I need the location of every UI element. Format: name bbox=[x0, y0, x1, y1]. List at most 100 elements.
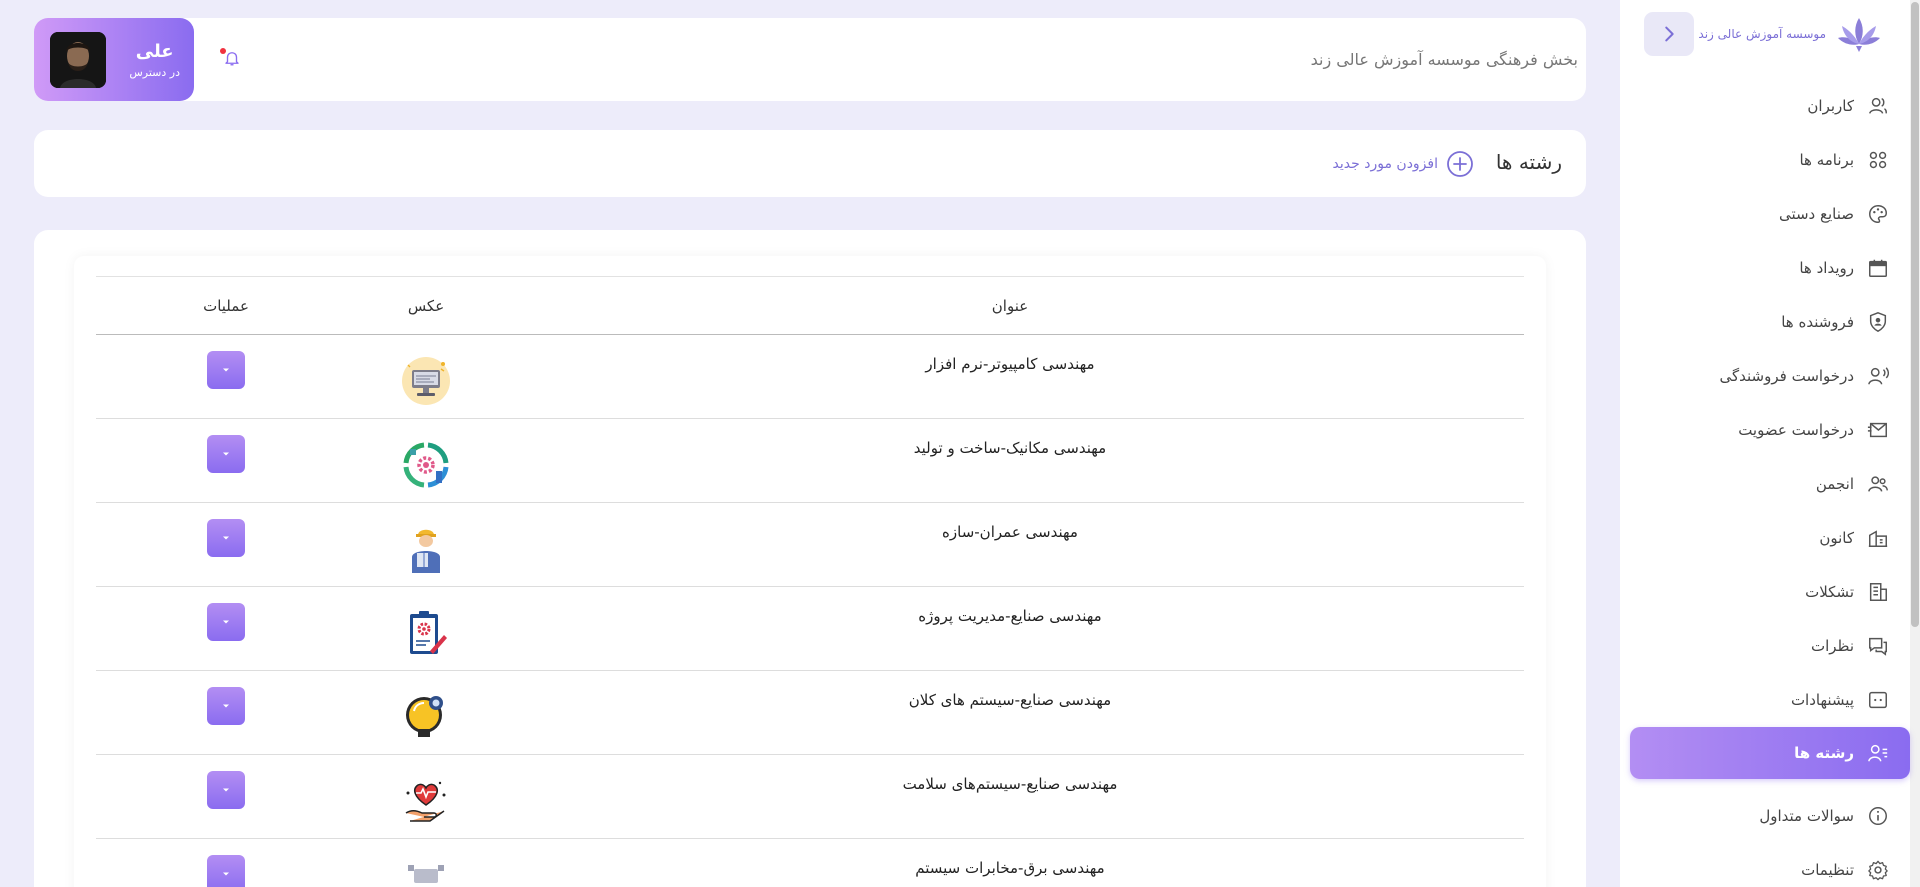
brand-name: موسسه آموزش عالی زند bbox=[1698, 27, 1826, 41]
heart-hand-icon bbox=[405, 781, 446, 822]
users-icon bbox=[1866, 472, 1890, 496]
sidebar-collapse-button[interactable] bbox=[1644, 12, 1694, 56]
row-title: مهندسی صنایع-سیستم های کلان bbox=[496, 670, 1524, 755]
row-actions-dropdown[interactable] bbox=[207, 435, 245, 473]
bulb-gear-icon bbox=[406, 696, 443, 737]
row-actions-dropdown[interactable] bbox=[207, 855, 245, 887]
shield-user-icon bbox=[1866, 310, 1890, 334]
header-title: بخش فرهنگی موسسه آموزش عالی زند bbox=[1310, 50, 1578, 69]
row-actions bbox=[96, 838, 356, 887]
caret-down-icon bbox=[223, 620, 229, 624]
gear-icon bbox=[1866, 858, 1890, 882]
palette-icon bbox=[1866, 202, 1890, 226]
calendar-icon bbox=[1866, 256, 1890, 280]
row-actions-dropdown[interactable] bbox=[207, 771, 245, 809]
sidebar-scrollbar-thumb[interactable] bbox=[1911, 2, 1919, 627]
caret-down-icon bbox=[223, 452, 229, 456]
table-row: مهندسی صنایع-سیستم‌های سلامت bbox=[96, 754, 1524, 839]
row-title: مهندسی مکانیک-ساخت و تولید bbox=[496, 418, 1524, 503]
row-title: مهندسی برق-مخابرات سیستم bbox=[496, 838, 1524, 887]
sidebar-item-suggestions[interactable]: پیشنهادات bbox=[1620, 674, 1890, 726]
row-title: مهندسی کامپیوتر-نرم افزار bbox=[496, 334, 1524, 419]
column-header-actions[interactable]: عملیات bbox=[96, 276, 356, 335]
sidebar-item-membership-requests[interactable]: درخواست عضویت bbox=[1620, 404, 1890, 456]
info-icon bbox=[1866, 804, 1890, 828]
row-image bbox=[356, 502, 496, 587]
profile-card[interactable]: علی در دسترس bbox=[34, 18, 194, 101]
sidebar-item-faq[interactable]: سوالات متداول bbox=[1620, 790, 1890, 842]
sidebar-item-events[interactable]: رویداد ها bbox=[1620, 242, 1890, 294]
sidebar-item-label: رویداد ها bbox=[1799, 259, 1854, 277]
caret-down-icon bbox=[223, 536, 229, 540]
table-row: مهندسی کامپیوتر-نرم افزار bbox=[96, 334, 1524, 419]
sidebar-item-label: انجمن bbox=[1815, 475, 1854, 493]
sidebar-item-label: سوالات متداول bbox=[1759, 807, 1854, 825]
table-row: مهندسی برق-مخابرات سیستم bbox=[96, 838, 1524, 887]
sidebar-item-users[interactable]: کاربران bbox=[1620, 80, 1890, 132]
message-dots-icon bbox=[1866, 688, 1890, 712]
sidebar-item-organizations[interactable]: تشکلات bbox=[1620, 566, 1890, 618]
engineer-icon bbox=[412, 529, 440, 573]
table-row: مهندسی صنایع-سیستم های کلان bbox=[96, 670, 1524, 755]
row-actions-dropdown[interactable] bbox=[207, 519, 245, 557]
column-header-title[interactable]: عنوان bbox=[496, 276, 1524, 335]
computer-icon bbox=[402, 357, 450, 405]
chevron-right-icon bbox=[1665, 26, 1674, 42]
sidebar-item-comments[interactable]: نظرات bbox=[1620, 620, 1890, 672]
sidebar-item-label: درخواست عضویت bbox=[1738, 421, 1854, 439]
caret-down-icon bbox=[223, 788, 229, 792]
sidebar-item-center[interactable]: کانون bbox=[1620, 512, 1890, 564]
row-actions bbox=[96, 754, 356, 839]
sidebar-item-handicrafts[interactable]: صنایع دستی bbox=[1620, 188, 1890, 240]
apps-grid-icon bbox=[1866, 148, 1890, 172]
row-actions-dropdown[interactable] bbox=[207, 603, 245, 641]
table-header-row: عنوان عکس عملیات bbox=[96, 276, 1524, 335]
table-row: مهندسی مکانیک-ساخت و تولید bbox=[96, 418, 1524, 503]
row-actions bbox=[96, 502, 356, 587]
row-actions-dropdown[interactable] bbox=[207, 351, 245, 389]
row-image bbox=[356, 334, 496, 419]
building-icon bbox=[1866, 526, 1890, 550]
sidebar: موسسه آموزش عالی زند کاربران برنامه ها ص… bbox=[1620, 0, 1920, 887]
sidebar-item-label: فروشنده ها bbox=[1781, 313, 1854, 331]
row-title: مهندسی صنایع-سیستم‌های سلامت bbox=[496, 754, 1524, 839]
row-title: مهندسی صنایع-مدیریت پروژه bbox=[496, 586, 1524, 671]
sidebar-item-label: تشکلات bbox=[1805, 583, 1854, 601]
chat-icon bbox=[1866, 634, 1890, 658]
table-container: عنوان عکس عملیات مهندسی کامپیوتر-نرم افز… bbox=[74, 256, 1546, 887]
sidebar-item-label: رشته ها bbox=[1794, 744, 1854, 762]
add-new-label: افزودن مورد جدید bbox=[1332, 156, 1438, 172]
brand[interactable]: موسسه آموزش عالی زند bbox=[1698, 14, 1884, 54]
row-actions bbox=[96, 586, 356, 671]
row-actions-dropdown[interactable] bbox=[207, 687, 245, 725]
add-new-button[interactable]: افزودن مورد جدید bbox=[1333, 150, 1474, 178]
office-icon bbox=[1866, 580, 1890, 604]
row-actions bbox=[96, 670, 356, 755]
sidebar-item-label: تنظیمات bbox=[1801, 861, 1854, 879]
notification-dot bbox=[220, 48, 226, 54]
clipboard-gear-icon bbox=[410, 611, 447, 654]
sidebar-item-programs[interactable]: برنامه ها bbox=[1620, 134, 1890, 186]
sidebar-item-label: درخواست فروشندگی bbox=[1719, 367, 1854, 385]
sidebar-item-sellers[interactable]: فروشنده ها bbox=[1620, 296, 1890, 348]
gear-cycle-icon bbox=[403, 442, 449, 488]
sidebar-item-label: کاربران bbox=[1807, 97, 1854, 115]
circuit-icon bbox=[408, 865, 444, 883]
sidebar-item-association[interactable]: انجمن bbox=[1620, 458, 1890, 510]
row-actions bbox=[96, 418, 356, 503]
avatar bbox=[50, 31, 106, 88]
table-card: عنوان عکس عملیات مهندسی کامپیوتر-نرم افز… bbox=[34, 230, 1586, 887]
sidebar-item-settings[interactable]: تنظیمات bbox=[1620, 844, 1890, 887]
notification-button[interactable] bbox=[214, 40, 250, 76]
sidebar-item-seller-requests[interactable]: درخواست فروشندگی bbox=[1620, 350, 1890, 402]
row-image bbox=[356, 670, 496, 755]
sidebar-item-label: برنامه ها bbox=[1799, 151, 1854, 169]
column-header-image[interactable]: عکس bbox=[356, 276, 496, 335]
row-title: مهندسی عمران-سازه bbox=[496, 502, 1524, 587]
sidebar-item-majors[interactable]: رشته ها bbox=[1630, 727, 1910, 779]
top-header: بخش فرهنگی موسسه آموزش عالی زند علی در د… bbox=[34, 18, 1586, 101]
page-title: رشته ها bbox=[1495, 150, 1562, 174]
sidebar-item-label: کانون bbox=[1819, 529, 1854, 547]
table-row: مهندسی صنایع-مدیریت پروژه bbox=[96, 586, 1524, 671]
sidebar-scrollbar[interactable] bbox=[1910, 0, 1920, 887]
